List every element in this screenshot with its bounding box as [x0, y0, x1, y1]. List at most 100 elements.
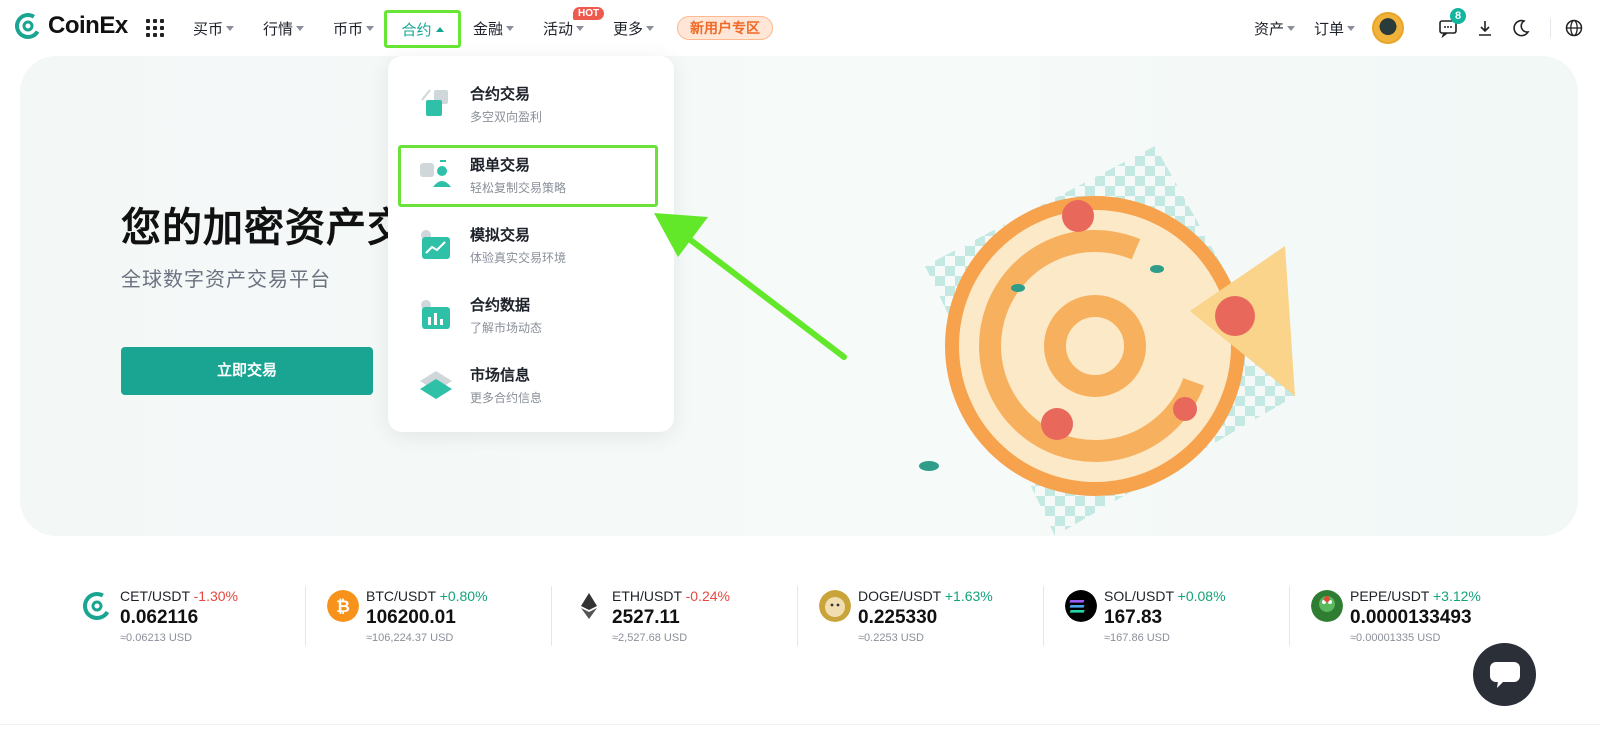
futures-dropdown-menu: 合约交易 多空双向盈利 跟单交易 轻松复制交易策略 模拟交易 体验真实交易环境 … — [388, 56, 674, 432]
ticker-pair: CET/USDT — [120, 588, 190, 604]
download-icon[interactable] — [1475, 18, 1495, 38]
menu-item-demo-trading[interactable]: 模拟交易 体验真实交易环境 — [396, 213, 658, 277]
ticker-usd: ≈0.06213 USD — [120, 632, 193, 644]
chevron-down-icon — [646, 25, 655, 31]
ticker-change: +0.80% — [439, 588, 488, 604]
annotation-arrow-icon — [654, 213, 847, 360]
chevron-down-icon — [1287, 25, 1296, 31]
demo-trading-chart-icon — [421, 230, 450, 259]
ticker-price: 0.225330 — [858, 607, 938, 628]
ticker-change: -0.24% — [685, 588, 730, 604]
brand-name: CoinEx — [48, 12, 128, 39]
menu-item-title: 合约数据 — [470, 297, 531, 314]
futures-data-bar-chart-icon — [421, 300, 450, 329]
menu-item-title: 模拟交易 — [470, 227, 531, 244]
ticker-change: +3.12% — [1433, 588, 1481, 604]
menu-item-futures-data[interactable]: 合约数据 了解市场动态 — [396, 283, 658, 347]
eth-coin-icon — [581, 593, 597, 619]
new-user-zone-button[interactable]: 新用户专区 — [677, 16, 773, 40]
divider — [1043, 586, 1044, 646]
nav-label: 更多 — [613, 20, 644, 38]
ticker-price: 2527.11 — [612, 607, 680, 628]
top-navbar: CoinEx 买币 行情 币币 合约 金融 活动 HOT 更多 新用户专区 资产… — [0, 0, 1600, 56]
start-trading-button[interactable]: 立即交易 — [121, 347, 373, 395]
ticker-change: +1.63% — [944, 588, 993, 604]
nav-label: 订单 — [1314, 20, 1345, 38]
ticker-sol[interactable]: SOL/USDT +0.08% 167.83 ≈167.86 USD — [1065, 580, 1285, 644]
chevron-down-icon — [506, 25, 515, 31]
nav-buy-crypto[interactable]: 买币 — [193, 0, 235, 56]
chevron-up-icon — [435, 26, 444, 32]
sol-coin-icon — [1065, 590, 1097, 622]
nav-label: 活动 — [543, 20, 574, 38]
svg-text:₿: ₿ — [336, 597, 350, 617]
menu-item-desc: 更多合约信息 — [470, 391, 543, 405]
nav-label: 买币 — [193, 20, 224, 38]
nav-spot[interactable]: 币币 — [333, 0, 375, 56]
ticker-change: -1.30% — [193, 588, 238, 604]
chevron-down-icon — [1347, 25, 1356, 31]
ticker-pepe[interactable]: PEPE/USDT +3.12% 0.0000133493 ≈0.0000133… — [1311, 580, 1531, 644]
hero-title: 您的加密资产交 — [121, 206, 408, 250]
ticker-usd: ≈0.00001335 USD — [1350, 632, 1441, 644]
chat-bubble-icon — [1490, 662, 1520, 688]
menu-item-desc: 多空双向盈利 — [470, 110, 543, 124]
menu-item-market-info[interactable]: 市场信息 更多合约信息 — [396, 353, 658, 417]
globe-language-icon[interactable] — [1564, 18, 1584, 38]
message-count-badge: 8 — [1450, 8, 1466, 24]
page-section-divider — [0, 724, 1600, 734]
menu-item-title: 合约交易 — [470, 86, 531, 103]
ticker-pair: SOL/USDT — [1104, 588, 1174, 604]
menu-item-futures-trading[interactable]: 合约交易 多空双向盈利 — [396, 72, 658, 136]
ticker-usd: ≈2,527.68 USD — [612, 632, 688, 644]
ticker-usd: ≈167.86 USD — [1104, 632, 1170, 644]
ticker-pair: PEPE/USDT — [1350, 588, 1430, 604]
nav-finance[interactable]: 金融 — [473, 0, 515, 56]
doge-coin-icon — [819, 590, 851, 622]
avatar[interactable] — [1372, 12, 1404, 44]
nav-more[interactable]: 更多 — [613, 0, 655, 56]
ticker-eth[interactable]: ETH/USDT -0.24% 2527.11 ≈2,527.68 USD — [573, 580, 793, 644]
ticker-price: 0.0000133493 — [1350, 607, 1472, 628]
support-chat-button[interactable] — [1473, 643, 1536, 706]
nav-label: 金融 — [473, 20, 504, 38]
ticker-cet[interactable]: CET/USDT -1.30% 0.062116 ≈0.06213 USD — [81, 580, 301, 644]
nav-futures[interactable]: 合约 — [384, 10, 461, 48]
coinex-logo[interactable]: CoinEx — [14, 12, 128, 40]
ticker-btc[interactable]: ₿ BTC/USDT +0.80% 106200.01 ≈106,224.37 … — [327, 580, 547, 644]
futures-trading-icon — [421, 89, 448, 116]
chevron-down-icon — [226, 25, 235, 31]
hot-badge: HOT — [573, 7, 605, 20]
chevron-down-icon — [366, 25, 375, 31]
ticker-pair: ETH/USDT — [612, 588, 682, 604]
nav-label: 合约 — [401, 21, 432, 39]
menu-item-desc: 体验真实交易环境 — [470, 251, 567, 265]
coinex-logo-icon — [14, 12, 41, 39]
ticker-price: 0.062116 — [120, 607, 199, 628]
ticker-change: +0.08% — [1177, 588, 1226, 604]
nav-label: 币币 — [333, 20, 364, 38]
divider — [797, 586, 798, 646]
hero-subtitle: 全球数字资产交易平台 — [121, 269, 331, 291]
copy-trading-highlight-box — [398, 145, 658, 207]
ticker-doge[interactable]: DOGE/USDT +1.63% 0.225330 ≈0.2253 USD — [819, 580, 1039, 644]
market-info-layers-icon — [420, 371, 452, 399]
menu-item-title: 市场信息 — [470, 367, 531, 384]
cet-coin-icon — [82, 592, 111, 620]
divider — [551, 586, 552, 646]
nav-label: 资产 — [1254, 20, 1285, 38]
ticker-usd: ≈106,224.37 USD — [366, 632, 454, 644]
apps-grid-icon[interactable] — [146, 19, 164, 37]
dark-mode-moon-icon[interactable] — [1511, 18, 1531, 38]
ticker-price: 106200.01 — [366, 607, 456, 628]
menu-item-desc: 了解市场动态 — [470, 321, 543, 335]
ticker-usd: ≈0.2253 USD — [858, 632, 924, 644]
divider — [1550, 18, 1551, 38]
nav-assets[interactable]: 资产 — [1254, 0, 1296, 56]
nav-markets[interactable]: 行情 — [263, 0, 305, 56]
pepe-coin-icon — [1311, 590, 1343, 622]
divider — [305, 586, 306, 646]
ticker-pair: BTC/USDT — [366, 588, 436, 604]
nav-orders[interactable]: 订单 — [1314, 0, 1356, 56]
ticker-price: 167.83 — [1104, 607, 1163, 628]
